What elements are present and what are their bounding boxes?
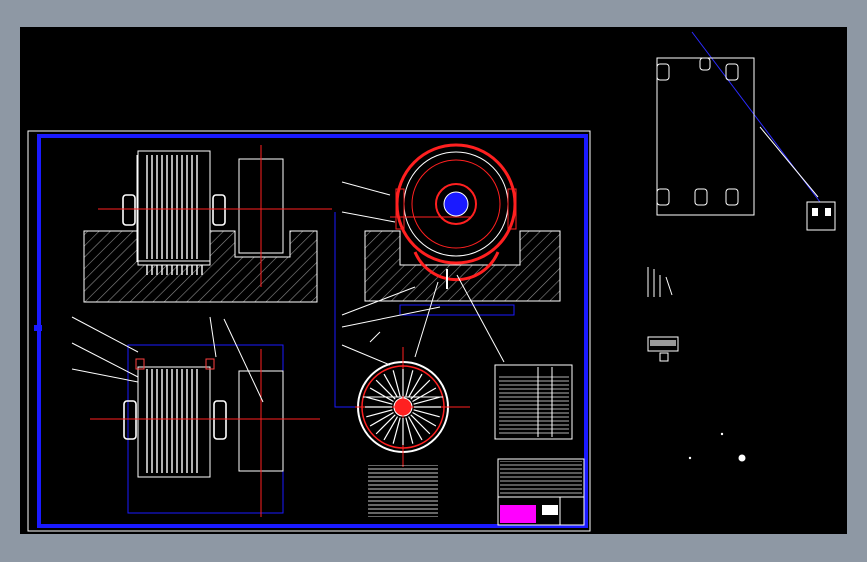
outside-drawing-elements (647, 31, 836, 362)
title-block (497, 458, 585, 526)
plan-view (71, 316, 320, 517)
cad-window (0, 0, 867, 562)
hoist-drawing (27, 31, 836, 532)
parts-list-table (494, 364, 573, 440)
ucs-icon (688, 432, 746, 462)
wheel-detail-view (341, 331, 470, 467)
cad-model-space[interactable] (20, 27, 847, 534)
technical-notes (368, 465, 438, 517)
front-elevation-view (83, 145, 332, 303)
